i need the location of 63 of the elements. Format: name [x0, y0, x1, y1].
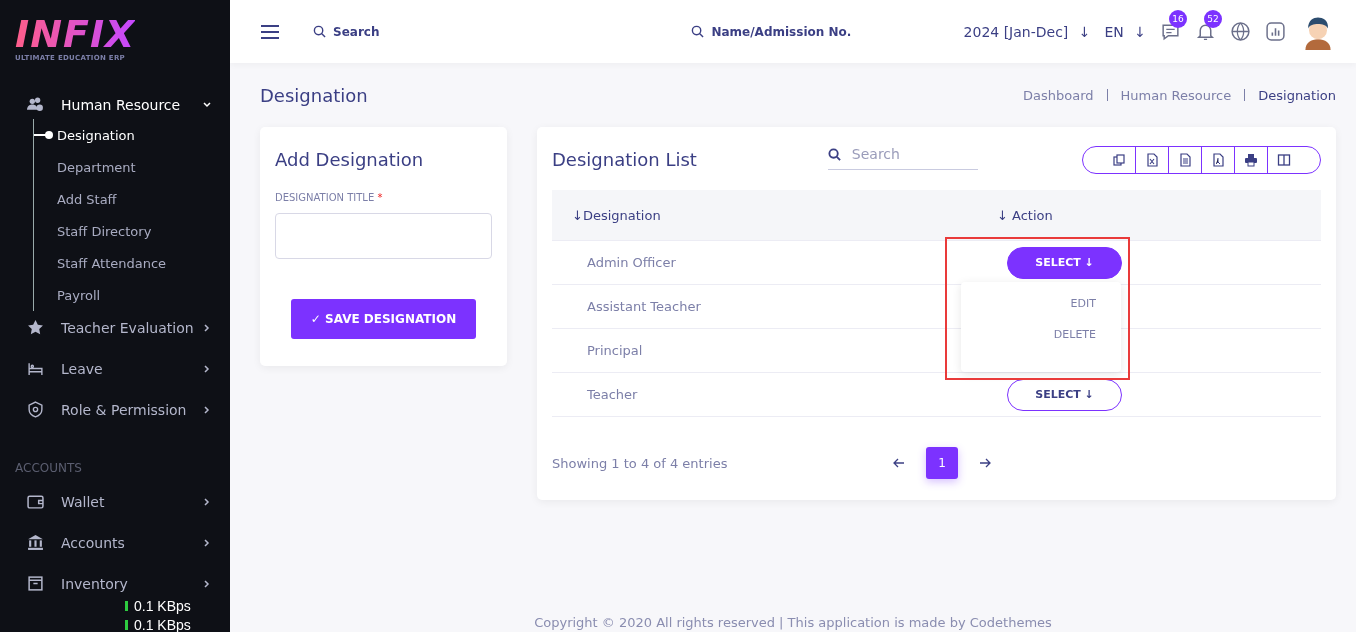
copyright-text: Copyright © 2020 All rights reserved | This application is made by Codethemes — [533, 615, 1053, 630]
sidebar-item[interactable]: Inventory — [27, 568, 128, 599]
menu-item[interactable]: DELETE — [961, 327, 1121, 358]
table-cell-text: Teacher — [586, 387, 639, 402]
breadcrumb-link[interactable]: Dashboard — [1023, 87, 1094, 103]
card-title: Add Designation — [275, 149, 425, 170]
people-icon — [27, 96, 44, 113]
submenu-item[interactable]: Staff Attendance — [34, 247, 230, 279]
table-cell-text: Assistant Teacher — [586, 299, 702, 314]
select-dropdown-button[interactable]: SELECT ↓ — [1007, 246, 1122, 279]
shield-icon — [27, 401, 44, 418]
menu-icon[interactable] — [261, 24, 279, 39]
language-dropdown[interactable]: EN ↓ — [1104, 23, 1146, 40]
table-cell-text: Admin Officer — [586, 255, 677, 270]
chevron-icon — [202, 363, 212, 374]
breadcrumb-link[interactable]: Human Resource — [1120, 87, 1232, 103]
box-icon — [27, 575, 44, 592]
next-page-icon[interactable] — [978, 456, 992, 470]
search-icon — [691, 25, 705, 38]
search-field[interactable]: Search — [313, 24, 380, 39]
wallet-icon — [27, 493, 44, 510]
submenu-item[interactable]: Department — [34, 151, 230, 183]
search-icon — [313, 25, 326, 38]
submenu-item[interactable]: Staff Directory — [34, 215, 230, 247]
submenu-item[interactable]: Add Staff — [34, 183, 230, 215]
save-designation-button[interactable]: ✓ SAVE DESIGNATION — [290, 299, 477, 339]
chevron-icon — [202, 99, 212, 110]
star-icon — [27, 319, 44, 336]
section-heading: ACCOUNTS — [14, 460, 83, 477]
select-dropdown-button[interactable]: SELECT ↓ — [1007, 378, 1122, 411]
chevron-icon — [202, 578, 212, 589]
chat-icon[interactable] — [1160, 21, 1181, 42]
entries-info: Showing 1 to 4 of 4 entries — [552, 455, 729, 471]
student-search-field[interactable]: Name/Admission No. — [691, 24, 852, 39]
search-icon — [827, 147, 841, 161]
notification-count-badge: 52 — [1204, 10, 1222, 28]
breadcrumb-link[interactable]: Designation — [1258, 87, 1336, 103]
page-button[interactable]: 1 — [926, 447, 958, 479]
sidebar-item[interactable]: Role & Permission — [0, 389, 230, 430]
year-dropdown[interactable]: 2024 [Jan-Dec] ↓ — [963, 23, 1091, 40]
card-title: Designation List — [552, 149, 697, 170]
network-speed: 0.1 KBps — [125, 616, 191, 632]
globe-icon[interactable] — [1230, 21, 1251, 42]
page-title: Designation — [260, 84, 368, 106]
sidebar-item[interactable]: Leave — [0, 348, 230, 389]
bed-icon — [27, 360, 44, 377]
designation-title-input[interactable] — [275, 213, 492, 259]
column-header[interactable]: ↓Designation — [552, 207, 972, 223]
field-label: DESIGNATION TITLE * — [275, 192, 384, 203]
chart-icon[interactable] — [1265, 21, 1286, 42]
message-count-badge: 16 — [1169, 10, 1187, 28]
chevron-icon — [202, 322, 212, 333]
previous-page-icon[interactable] — [892, 456, 906, 470]
chevron-icon — [202, 496, 212, 507]
sidebar-item[interactable]: Accounts — [27, 527, 125, 558]
network-speed: 0.1 KBps — [125, 597, 191, 616]
chevron-icon — [202, 404, 212, 415]
chevron-icon — [202, 537, 212, 548]
column-header[interactable]: ↓ Action — [972, 190, 1321, 240]
sidebar-item[interactable]: Wallet — [27, 486, 105, 517]
bank-icon — [27, 534, 44, 551]
menu-item[interactable]: EDIT — [961, 296, 1121, 327]
table-cell-text: Principal — [586, 343, 644, 358]
